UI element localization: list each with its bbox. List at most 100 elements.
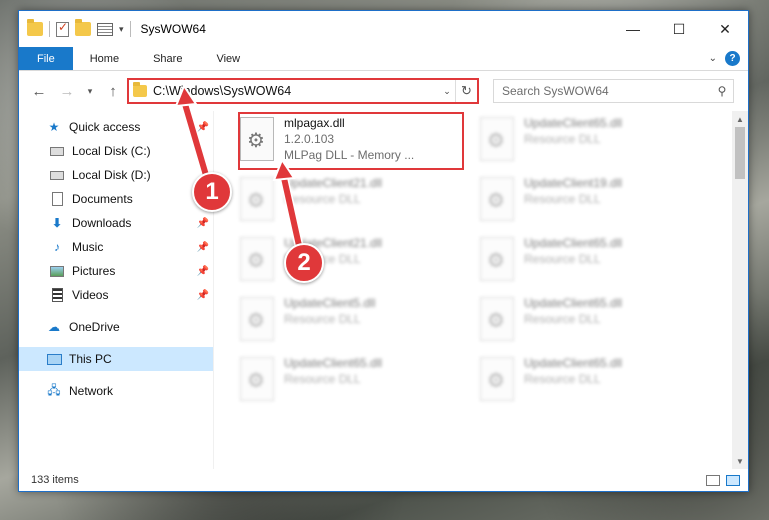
sidebar-item-downloads[interactable]: ⬇ Downloads 📌 [19, 211, 213, 235]
tab-view[interactable]: View [199, 47, 257, 70]
tab-share[interactable]: Share [136, 47, 199, 70]
recent-locations-chevron-icon[interactable]: ▾ [83, 79, 97, 103]
search-box[interactable]: Search SysWOW64 ⚲ [493, 79, 734, 103]
tab-home[interactable]: Home [73, 47, 136, 70]
help-icon[interactable]: ? [725, 51, 740, 66]
highlight-box [238, 112, 464, 170]
sidebar-item-label: Pictures [72, 264, 116, 278]
window-title: SysWOW64 [140, 22, 206, 36]
expand-ribbon-chevron-icon[interactable]: ⌄ [709, 53, 717, 64]
search-input[interactable]: Search SysWOW64 [502, 84, 711, 98]
document-icon [51, 192, 63, 206]
file-item[interactable]: UpdateClient5.dll Resource DLL [240, 295, 468, 351]
sidebar-item-label: OneDrive [69, 320, 120, 334]
sidebar-item-label: Documents [72, 192, 133, 206]
properties-icon[interactable] [97, 22, 113, 36]
main-content: ★ Quick access 📌 Local Disk (C:) Local D… [19, 111, 748, 469]
address-dropdown-chevron-icon[interactable]: ⌄ [439, 86, 455, 97]
sidebar-item-videos[interactable]: Videos 📌 [19, 283, 213, 307]
file-type: Resource DLL [524, 312, 601, 326]
address-bar[interactable]: C:\Windows\SysWOW64 ⌄ ↻ [127, 78, 479, 104]
customize-toolbar-chevron-icon[interactable]: ▾ [119, 24, 124, 35]
sidebar-item-network[interactable]: 🖧 Network [19, 379, 213, 403]
download-icon: ⬇ [51, 216, 63, 230]
sidebar-item-onedrive[interactable]: ☁ OneDrive [19, 315, 213, 339]
navigation-pane: ★ Quick access 📌 Local Disk (C:) Local D… [19, 111, 214, 469]
file-type: Resource DLL [524, 372, 601, 386]
forward-arrow-icon[interactable]: → [55, 79, 79, 103]
file-item[interactable]: UpdateClient21.dll Resource DLL [240, 235, 468, 291]
sidebar-item-local-disk-c[interactable]: Local Disk (C:) [19, 139, 213, 163]
dll-file-icon [240, 357, 274, 401]
file-name: UpdateClient19.dll [524, 176, 623, 190]
music-icon: ♪ [54, 240, 60, 254]
pin-icon[interactable]: 📌 [197, 290, 209, 301]
close-button[interactable]: ✕ [702, 11, 748, 47]
sidebar-item-label: Quick access [69, 120, 141, 134]
star-icon: ★ [48, 120, 60, 134]
title-bar: ▾ SysWOW64 — ☐ ✕ [19, 11, 748, 47]
vertical-scrollbar[interactable]: ▲ ▼ [732, 111, 748, 469]
tab-file[interactable]: File [19, 47, 73, 70]
folder-icon [27, 19, 43, 36]
back-arrow-icon[interactable]: ← [27, 79, 51, 103]
sidebar-item-local-disk-d[interactable]: Local Disk (D:) [19, 163, 213, 187]
address-path[interactable]: C:\Windows\SysWOW64 [153, 84, 439, 98]
details-view-icon[interactable] [706, 474, 720, 486]
sidebar-item-music[interactable]: ♪ Music 📌 [19, 235, 213, 259]
file-item[interactable]: UpdateClient65.dll Resource DLL [480, 235, 708, 291]
pin-icon[interactable]: 📌 [197, 242, 209, 253]
ribbon-tabs: File Home Share View ⌄ ? [19, 47, 748, 71]
pin-icon[interactable]: 📌 [197, 218, 209, 229]
file-item[interactable]: UpdateClient65.dll Resource DLL [480, 115, 708, 171]
quick-access-toolbar: ▾ [27, 19, 131, 37]
drive-icon [50, 146, 64, 156]
sidebar-item-label: This PC [69, 352, 112, 366]
file-item[interactable]: UpdateClient19.dll Resource DLL [480, 175, 708, 231]
file-item[interactable]: UpdateClient21.dll Resource DLL [240, 175, 468, 231]
file-name: UpdateClient65.dll [524, 296, 623, 310]
callout-1: 1 [192, 172, 232, 212]
sidebar-item-pictures[interactable]: Pictures 📌 [19, 259, 213, 283]
maximize-button[interactable]: ☐ [656, 11, 702, 47]
sidebar-item-label: Local Disk (C:) [72, 144, 151, 158]
file-name: UpdateClient65.dll [524, 116, 623, 130]
sidebar-item-label: Local Disk (D:) [72, 168, 151, 182]
network-icon: 🖧 [47, 382, 61, 397]
cloud-icon: ☁ [48, 320, 60, 334]
folder-icon [133, 82, 147, 97]
file-item[interactable]: UpdateClient65.dll Resource DLL [480, 355, 708, 411]
file-item[interactable]: UpdateClient65.dll Resource DLL [240, 355, 468, 411]
scroll-thumb[interactable] [735, 127, 745, 179]
sidebar-item-quick-access[interactable]: ★ Quick access 📌 [19, 115, 213, 139]
up-arrow-icon[interactable]: ↑ [101, 79, 125, 103]
tiles-view-icon[interactable] [726, 474, 740, 486]
minimize-button[interactable]: — [610, 11, 656, 47]
dll-file-icon [480, 117, 514, 161]
status-bar: 133 items [19, 469, 748, 491]
new-folder-icon[interactable] [75, 19, 91, 36]
sidebar-item-documents[interactable]: Documents [19, 187, 213, 211]
divider [129, 21, 131, 37]
file-type: Resource DLL [284, 312, 361, 326]
search-icon[interactable]: ⚲ [711, 84, 733, 98]
file-name: UpdateClient65.dll [524, 356, 623, 370]
refresh-icon[interactable]: ↻ [455, 80, 477, 102]
file-name: UpdateClient5.dll [284, 296, 376, 310]
view-toggle [706, 474, 748, 486]
properties-check-icon[interactable] [56, 20, 69, 37]
videos-icon [51, 288, 63, 302]
dll-file-icon [480, 357, 514, 401]
file-name: UpdateClient65.dll [524, 236, 623, 250]
scroll-up-icon[interactable]: ▲ [732, 111, 748, 127]
scroll-down-icon[interactable]: ▼ [732, 453, 748, 469]
sidebar-item-this-pc[interactable]: This PC [19, 347, 213, 371]
sidebar-item-label: Music [72, 240, 104, 254]
dll-file-icon [480, 237, 514, 281]
dll-file-icon [240, 297, 274, 341]
pin-icon[interactable]: 📌 [197, 266, 209, 277]
sidebar-item-label: Downloads [72, 216, 132, 230]
dll-file-icon [240, 237, 274, 281]
pin-icon: 📌 [196, 121, 209, 133]
file-item[interactable]: UpdateClient65.dll Resource DLL [480, 295, 708, 351]
